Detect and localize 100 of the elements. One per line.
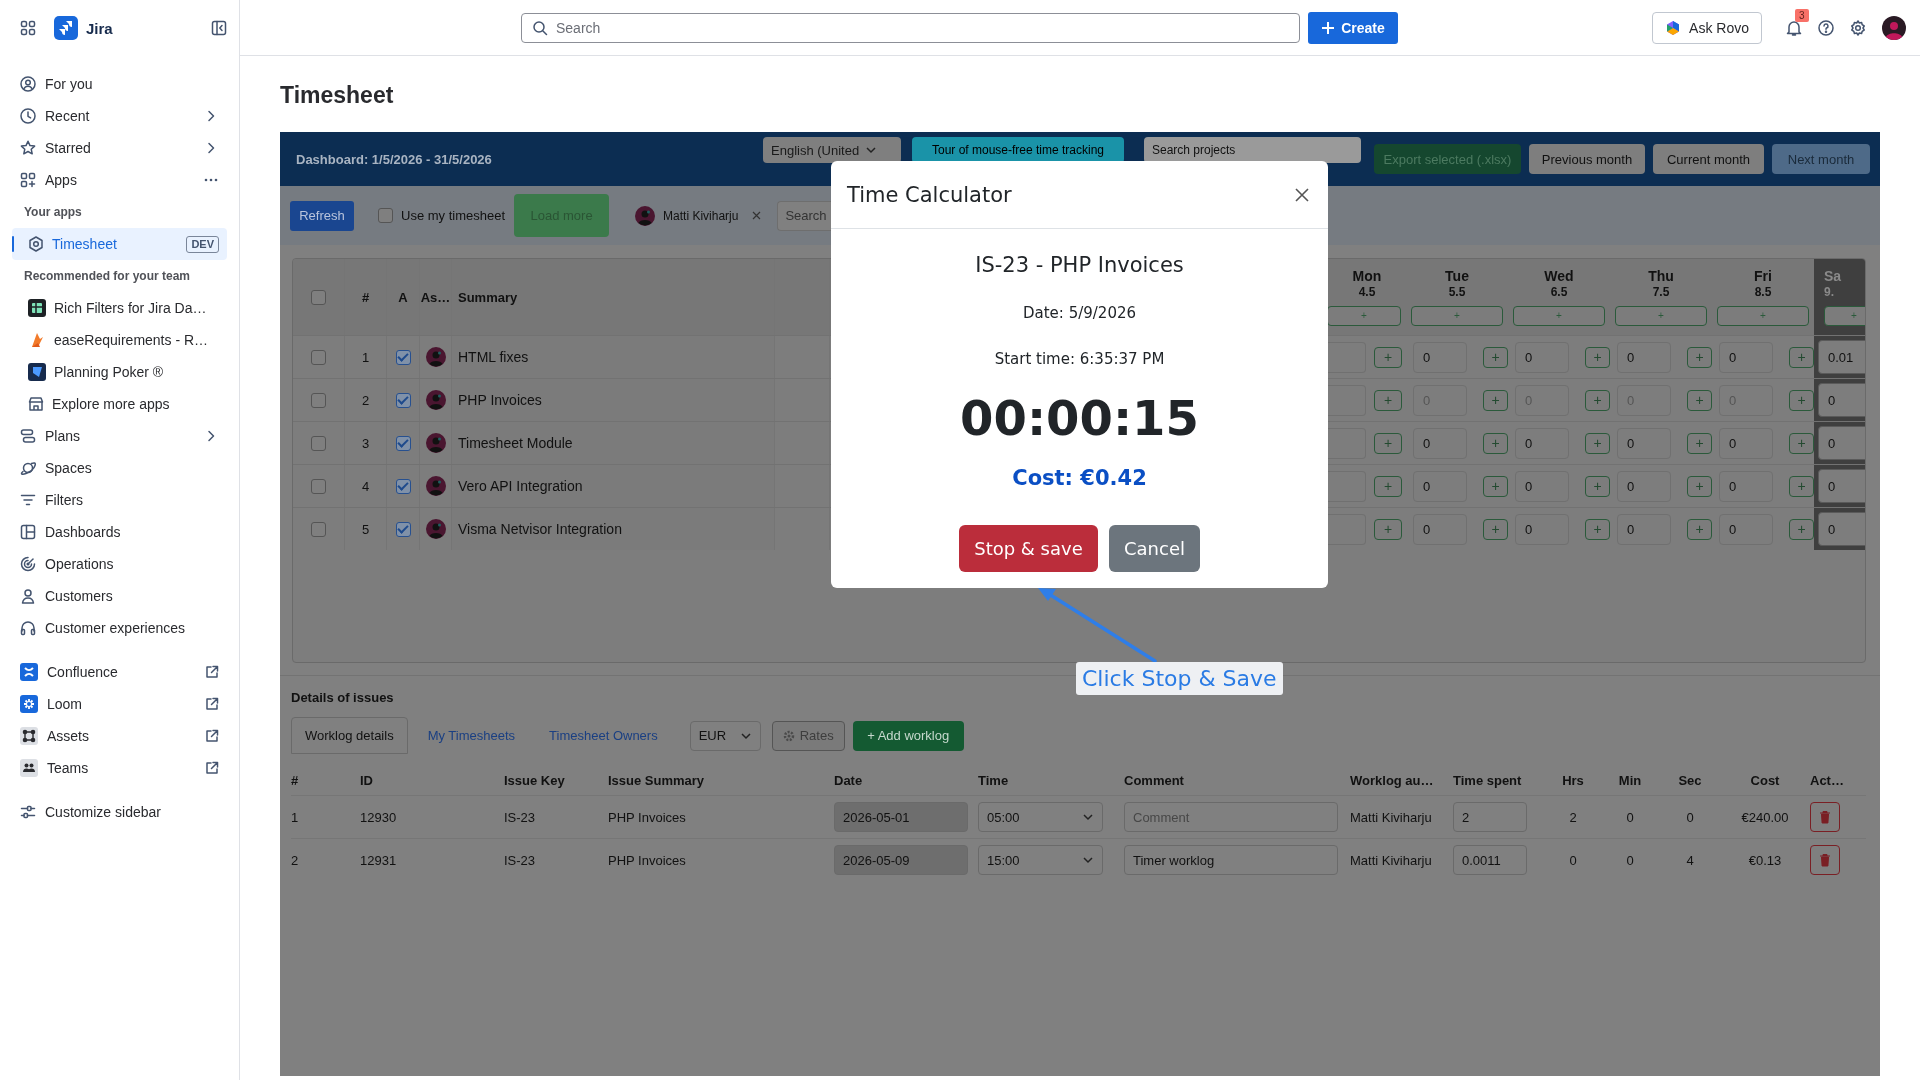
add-button[interactable]: + (1585, 475, 1610, 497)
sidebar-item[interactable]: Customer experiences (12, 612, 227, 644)
add-button[interactable]: + (1687, 346, 1712, 368)
ask-button[interactable]: Ask Rovo (1652, 11, 1762, 44)
add-button[interactable]: + (1585, 432, 1610, 454)
add-button[interactable]: + (1483, 432, 1508, 454)
time-spent-field[interactable]: 0.0011 (1453, 845, 1527, 875)
hours-field[interactable] (1328, 427, 1366, 459)
tab[interactable]: Worklog details (291, 717, 408, 754)
hours-field[interactable]: 0 (1515, 513, 1570, 545)
checkbox[interactable] (395, 435, 411, 451)
hours-field[interactable] (1328, 384, 1366, 416)
sidebar-item[interactable]: Explore more apps (12, 388, 227, 420)
checkbox[interactable] (395, 521, 411, 537)
hours-field[interactable]: 0 (1818, 426, 1865, 460)
add-button[interactable]: + (1585, 389, 1610, 411)
add-button[interactable]: + (1687, 389, 1712, 411)
delete-button[interactable] (1810, 802, 1840, 832)
tab[interactable]: My Timesheets (413, 717, 530, 754)
tab[interactable]: Timesheet Owners (535, 717, 672, 754)
checkbox[interactable] (311, 521, 326, 537)
logo-icon[interactable] (54, 16, 78, 40)
product-name[interactable]: Jira (86, 19, 113, 37)
hours-field[interactable]: 0 (1515, 427, 1570, 459)
checkbox[interactable] (311, 478, 326, 494)
comment-field[interactable]: Comment (1124, 802, 1338, 832)
date-field[interactable]: 2026-05-09 (834, 845, 968, 875)
sidebar-item[interactable]: Teams (12, 752, 227, 784)
add-button[interactable]: + (1374, 518, 1402, 540)
add-button[interactable]: + (1483, 389, 1508, 411)
delete-button[interactable] (1810, 845, 1840, 875)
sidebar-item[interactable]: Rich Filters for Jira Da… (12, 292, 227, 324)
hours-field[interactable] (1328, 341, 1366, 373)
add-worklog-button[interactable]: + Add worklog (852, 720, 964, 751)
sidebar-item[interactable]: Filters (12, 484, 227, 516)
settings-icon[interactable] (1850, 19, 1866, 36)
hours-field[interactable]: 0 (1719, 341, 1774, 373)
hours-field[interactable]: 0 (1818, 469, 1865, 503)
time-select[interactable]: 05:00 (978, 802, 1103, 832)
currency-select[interactable]: EUR (689, 720, 761, 751)
hours-field[interactable]: 0 (1818, 383, 1865, 417)
sidebar-item[interactable]: Recent (12, 100, 227, 132)
add-button[interactable]: + (1789, 389, 1814, 411)
stop-save-button[interactable]: Stop & save (959, 525, 1098, 572)
sidebar-item[interactable]: Planning Poker ® (12, 356, 227, 388)
search-field[interactable]: Search (521, 12, 1300, 43)
sidebar-item[interactable]: Dashboards (12, 516, 227, 548)
hours-field[interactable]: 0 (1515, 470, 1570, 502)
add-button[interactable]: + (1374, 389, 1402, 411)
sidebar-item[interactable]: Spaces (12, 452, 227, 484)
sidebar-item[interactable]: Starred (12, 132, 227, 164)
add-button[interactable]: + (1483, 518, 1508, 540)
sidebar-item[interactable]: Timesheet DEV (12, 228, 227, 260)
add-button[interactable]: + (1789, 346, 1814, 368)
hours-field[interactable]: 0 (1617, 470, 1672, 502)
checkbox[interactable] (395, 478, 411, 494)
month-button[interactable]: Current month (1653, 144, 1764, 174)
add-button[interactable]: + (1687, 475, 1712, 497)
sidebar-item[interactable]: For you (12, 68, 227, 100)
checkbox[interactable] (395, 392, 411, 408)
checkbox[interactable] (311, 392, 326, 408)
sidebar-item[interactable]: easeRequirements - R… (12, 324, 227, 356)
add-button[interactable]: + (1483, 346, 1508, 368)
checkbox[interactable] (378, 208, 393, 223)
hours-field[interactable]: 0 (1719, 427, 1774, 459)
hours-field[interactable]: 0 (1617, 341, 1672, 373)
hours-field[interactable]: 0 (1413, 341, 1468, 373)
time-select[interactable]: 15:00 (978, 845, 1103, 875)
hours-field[interactable]: 0.01 (1818, 340, 1865, 374)
month-button[interactable]: Previous month (1529, 144, 1645, 174)
add-button[interactable]: + (1585, 518, 1610, 540)
date-field[interactable]: 2026-05-01 (834, 802, 968, 832)
hours-field[interactable]: 0 (1719, 470, 1774, 502)
checkbox[interactable] (311, 435, 326, 451)
close-icon[interactable] (1294, 186, 1310, 203)
add-button[interactable]: + (1789, 518, 1814, 540)
help-icon[interactable] (1818, 19, 1834, 36)
comment-field[interactable]: Timer worklog (1124, 845, 1338, 875)
refresh-button[interactable]: Refresh (290, 200, 354, 231)
hours-field[interactable]: 0 (1413, 513, 1468, 545)
create-button[interactable]: Create (1308, 11, 1398, 44)
sidebar-toggle-icon[interactable] (211, 20, 227, 36)
add-button[interactable]: + (1789, 432, 1814, 454)
hours-field[interactable] (1328, 470, 1366, 502)
sidebar-item[interactable]: Apps (12, 164, 227, 196)
sidebar-item[interactable]: Operations (12, 548, 227, 580)
hours-field[interactable]: 0 (1413, 470, 1468, 502)
hours-field[interactable]: 0 (1515, 341, 1570, 373)
hours-field[interactable] (1328, 513, 1366, 545)
sidebar-item[interactable]: Customers (12, 580, 227, 612)
sidebar-item[interactable]: Assets (12, 720, 227, 752)
sidebar-item[interactable]: Customize sidebar (12, 796, 227, 828)
add-button[interactable]: + (1374, 346, 1402, 368)
time-spent-field[interactable]: 2 (1453, 802, 1527, 832)
hours-field[interactable]: 0 (1413, 427, 1468, 459)
avatar[interactable] (1882, 15, 1906, 40)
add-button[interactable]: + (1687, 432, 1712, 454)
language-select[interactable]: English (United (763, 137, 901, 163)
tour-button[interactable]: Tour of mouse-free time tracking (912, 137, 1124, 163)
hours-field[interactable]: 0 (1617, 427, 1672, 459)
